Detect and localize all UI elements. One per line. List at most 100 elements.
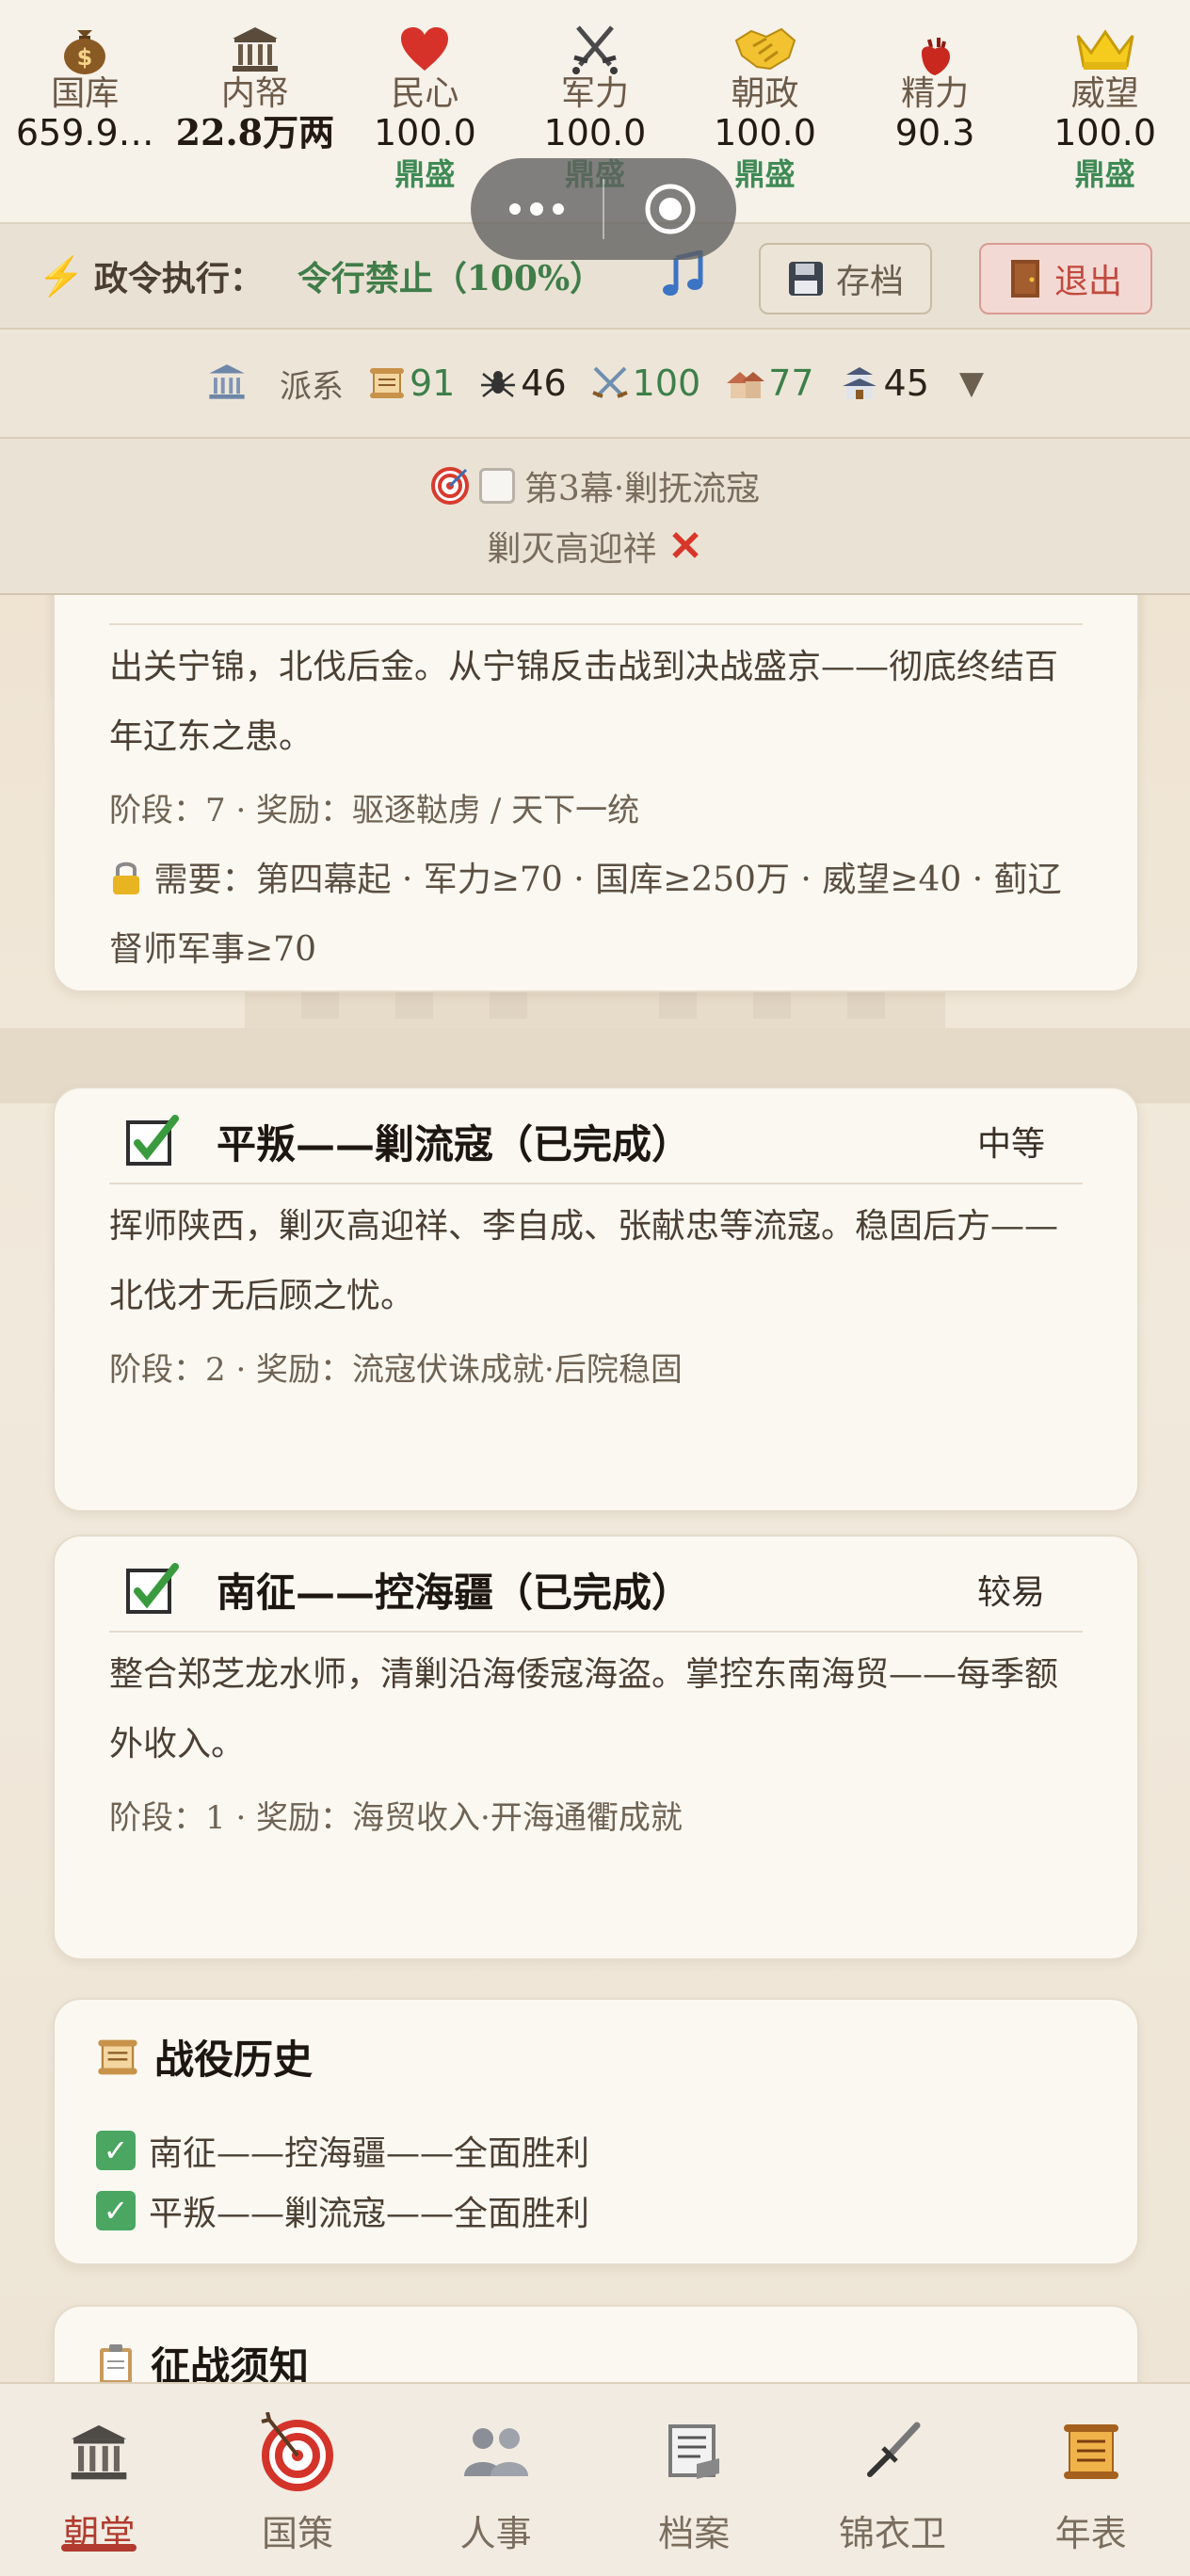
capsule-menu [471,158,736,260]
door-icon [1010,260,1039,298]
notice-card: 征战须知 [53,2305,1139,2382]
checkbox-checked-icon [126,1563,179,1614]
save-button[interactable]: 存档 [759,243,932,314]
target-ring-icon [645,184,696,234]
tab-imperial-guard[interactable]: 锦衣卫 [808,2384,977,2576]
scroll-icon [1052,2412,1131,2491]
lock-icon [109,861,153,899]
exit-label: 退出 [1053,263,1122,301]
svg-text:$: $ [77,44,93,71]
clipboard-icon [100,2343,132,2382]
campaign-meta: 阶段：2 · 奖励：流寇伏诛成就·后院稳固 [109,1351,683,1389]
history-list: ✓ 南征——控海疆——全面胜利 ✓ 平叛——剿流寇——全面胜利 [96,2120,589,2241]
check-mark-icon: ✓ [96,2131,136,2170]
tab-court[interactable]: 朝堂 [14,2384,184,2576]
notice-title-row: 征战须知 [96,2335,309,2382]
campaign-desc: 挥师陕西，剿灭高迎祥、李自成、张献忠等流寇。稳固后方——北伐才无后顾之忧。 [109,1207,1059,1315]
bottom-nav: 朝堂 国策 人事 档案 锦衣卫 年表 [0,2382,1190,2576]
heart-icon [391,21,458,77]
lightning-icon: ⚡ [38,254,85,298]
campaign-difficulty: 较易 [976,1573,1045,1612]
crossed-swords-icon [561,21,629,77]
active-tab-indicator [61,2544,137,2552]
target-icon [258,2412,337,2491]
campaign-title: 南征——控海疆（已完成） [217,1569,692,1616]
campaign-card-rebels[interactable]: 平叛——剿流寇（已完成） 中等 挥师陕西，剿灭高迎祥、李自成、张献忠等流寇。稳固… [53,1087,1139,1512]
checkbox-icon [478,468,515,504]
money-bag-icon: $ [51,21,119,77]
card-body: 挥师陕西，剿灭高迎祥、李自成、张献忠等流寇。稳固后方——北伐才无后顾之忧。 阶段… [109,1192,1090,1405]
tab-personnel[interactable]: 人事 [411,2384,581,2576]
history-title-row: 战役历史 [96,2028,313,2085]
checkbox-checked-icon [126,1115,179,1166]
faction-spies: 46 [479,362,567,404]
stat-privy-purse[interactable]: 内帑 22.8万两 [175,21,335,153]
history-item: ✓ 平叛——剿流寇——全面胜利 [96,2181,589,2241]
campaign-meta: 阶段：1 · 奖励：海贸收入·开海通衢成就 [109,1799,683,1837]
campaign-meta: 阶段：7 · 奖励：驱逐鞑虏 / 天下一统 [109,792,640,829]
history-card: 战役历史 ✓ 南征——控海疆——全面胜利 ✓ 平叛——剿流寇——全面胜利 [53,1998,1139,2265]
faction-generals: 100 [591,362,700,404]
castle-icon [842,367,876,399]
stat-prestige[interactable]: 威望 100.0 鼎盛 [1025,21,1185,196]
objective-act: 第3幕·剿抚流寇 [523,470,761,508]
faction-label: 派系 [279,367,344,406]
campaign-difficulty: 中等 [976,1125,1045,1164]
card-body: 出关宁锦，北伐后金。从宁锦反击战到决战盛京——彻底终结百年辽东之患。 阶段：7 … [109,633,1090,985]
handshake-icon [732,21,799,77]
building-icon [221,21,289,77]
faction-eunuchs: 45 [839,362,929,404]
close-miniprogram-button[interactable] [604,158,736,260]
floppy-disk-icon [788,262,823,296]
exit-button[interactable]: 退出 [979,243,1152,314]
tab-timeline[interactable]: 年表 [1006,2384,1176,2576]
target-icon [430,467,469,505]
scroll-icon [98,2039,137,2074]
dot-icon [553,203,564,215]
check-mark-icon: ✓ [96,2191,136,2230]
faction-bar[interactable]: 派系 91 46 100 77 45 ▼ [0,330,1190,439]
card-body: 整合郑芝龙水师，清剿沿海倭寇海盗。掌控东南海贸——每季额外收入。 阶段：1 · … [109,1640,1090,1853]
campaign-list[interactable]: 出关宁锦，北伐后金。从宁锦反击战到决战盛京——彻底终结百年辽东之患。 阶段：7 … [0,595,1190,2382]
people-icon [457,2412,536,2491]
scroll-icon [369,368,404,398]
objective-task-row: 剿灭高迎祥 ✕ [488,522,703,571]
campaign-card-south[interactable]: 南征——控海疆（已完成） 较易 整合郑芝龙水师，清剿沿海倭寇海盗。掌控东南海贸—… [53,1535,1139,1960]
tab-policy[interactable]: 国策 [213,2384,382,2576]
dot-icon [509,203,521,215]
faction-gentry: 77 [725,362,814,404]
tab-archive[interactable]: 档案 [609,2384,779,2576]
card-header [109,595,1083,625]
objective-bar[interactable]: 第3幕·剿抚流寇 剿灭高迎祥 ✕ [0,439,1190,595]
cross-mark-icon: ✕ [667,522,703,571]
campaign-title: 平叛——剿流寇（已完成） [217,1120,692,1167]
house-icon [727,372,765,398]
campaign-requirement: 需要：第四幕起 · 军力≥70 · 国库≥250万 · 威望≥40 · 蓟辽督师… [109,861,1062,969]
history-title: 战役历史 [154,2037,314,2083]
card-header: 平叛——剿流寇（已完成） 中等 [109,1100,1083,1184]
campaign-desc: 整合郑芝龙水师，清剿沿海倭寇海盗。掌控东南海贸——每季额外收入。 [109,1655,1059,1763]
faction-scholars: 91 [368,362,455,404]
save-label: 存档 [835,263,904,301]
card-header: 南征——控海疆（已完成） 较易 [109,1548,1083,1633]
anatomical-heart-icon [901,36,969,77]
objective-task: 剿灭高迎祥 [487,530,657,569]
crown-icon [1071,21,1139,77]
spider-icon [481,371,516,397]
stat-treasury[interactable]: $ 国库 659.9… [5,21,165,153]
dagger-icon [853,2412,932,2491]
dot-icon [530,202,543,216]
crossed-swords-icon [591,366,628,398]
campaign-card-north-body[interactable]: 出关宁锦，北伐后金。从宁锦反击战到决战盛京——彻底终结百年辽东之患。 阶段：7 … [53,595,1139,992]
court-icon [59,2412,138,2491]
notice-title: 征战须知 [151,2343,310,2382]
stat-energy[interactable]: 精力 90.3 [855,21,1015,153]
history-item: ✓ 南征——控海疆——全面胜利 [96,2120,589,2181]
campaign-desc: 出关宁锦，北伐后金。从宁锦反击战到决战盛京——彻底终结百年辽东之患。 [109,648,1059,756]
command-label: 政令执行： [93,259,264,298]
archive-icon [654,2412,733,2491]
building-icon [206,362,248,405]
expand-caret-icon[interactable]: ▼ [959,364,984,402]
more-button[interactable] [471,158,603,260]
objective-act-row: 第3幕·剿抚流寇 [430,461,760,510]
